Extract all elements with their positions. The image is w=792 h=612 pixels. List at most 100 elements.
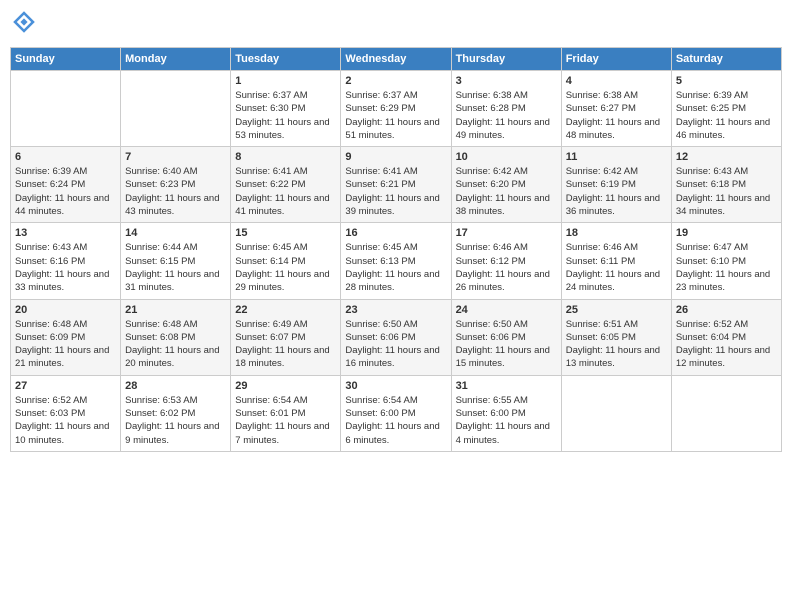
day-info: Sunrise: 6:38 AM Sunset: 6:27 PM Dayligh… — [566, 89, 667, 142]
day-info: Sunrise: 6:42 AM Sunset: 6:19 PM Dayligh… — [566, 165, 667, 218]
logo — [10, 10, 36, 39]
page: SundayMondayTuesdayWednesdayThursdayFrid… — [0, 0, 792, 612]
calendar-cell: 24Sunrise: 6:50 AM Sunset: 6:06 PM Dayli… — [451, 299, 561, 375]
calendar-cell: 22 Sunrise: 6:49 AM Sunset: 6:07 PM Dayli… — [231, 299, 341, 375]
day-info: Sunrise: 6:48 AM Sunset: 6:09 PM Dayligh… — [15, 318, 116, 371]
calendar-cell: 8 Sunrise: 6:41 AM Sunset: 6:22 PM Daylig… — [231, 147, 341, 223]
day-info: Sunrise: 6:48 AM Sunset: 6:08 PM Dayligh… — [125, 318, 226, 371]
day-number: 22 — [235, 304, 336, 316]
calendar-cell: 1 Sunrise: 6:37 AM Sunset: 6:30 PM Daylig… — [231, 71, 341, 147]
day-number: 12 — [676, 151, 777, 163]
calendar-cell: 10Sunrise: 6:42 AM Sunset: 6:20 PM Dayli… — [451, 147, 561, 223]
calendar-cell: 20 Sunrise: 6:48 AM Sunset: 6:09 PM Dayli… — [11, 299, 121, 375]
calendar-cell: 14Sunrise: 6:44 AM Sunset: 6:15 PM Dayli… — [121, 223, 231, 299]
day-info: Sunrise: 6:42 AM Sunset: 6:20 PM Dayligh… — [456, 165, 557, 218]
weekday-header-tuesday: Tuesday — [231, 48, 341, 71]
day-info: Sunrise: 6:40 AM Sunset: 6:23 PM Dayligh… — [125, 165, 226, 218]
day-number: 2 — [345, 75, 446, 87]
calendar-week-3: 20 Sunrise: 6:48 AM Sunset: 6:09 PM Dayli… — [11, 299, 782, 375]
calendar-cell: 23 Sunrise: 6:50 AM Sunset: 6:06 PM Dayli… — [341, 299, 451, 375]
day-info: Sunrise: 6:43 AM Sunset: 6:16 PM Dayligh… — [15, 241, 116, 294]
calendar-week-1: 6 Sunrise: 6:39 AM Sunset: 6:24 PM Daylig… — [11, 147, 782, 223]
calendar-cell: 16Sunrise: 6:45 AM Sunset: 6:13 PM Dayli… — [341, 223, 451, 299]
calendar-cell: 18 Sunrise: 6:46 AM Sunset: 6:11 PM Dayli… — [561, 223, 671, 299]
calendar-cell: 31Sunrise: 6:55 AM Sunset: 6:00 PM Dayli… — [451, 375, 561, 451]
day-number: 11 — [566, 151, 667, 163]
calendar-body: 1 Sunrise: 6:37 AM Sunset: 6:30 PM Daylig… — [11, 71, 782, 452]
day-number: 28 — [125, 380, 226, 392]
day-number: 26 — [676, 304, 777, 316]
calendar-cell: 2Sunrise: 6:37 AM Sunset: 6:29 PM Daylig… — [341, 71, 451, 147]
calendar-cell: 7 Sunrise: 6:40 AM Sunset: 6:23 PM Daylig… — [121, 147, 231, 223]
day-info: Sunrise: 6:51 AM Sunset: 6:05 PM Dayligh… — [566, 318, 667, 371]
day-info: Sunrise: 6:49 AM Sunset: 6:07 PM Dayligh… — [235, 318, 336, 371]
day-number: 20 — [15, 304, 116, 316]
weekday-header-monday: Monday — [121, 48, 231, 71]
day-info: Sunrise: 6:46 AM Sunset: 6:12 PM Dayligh… — [456, 241, 557, 294]
day-number: 8 — [235, 151, 336, 163]
day-info: Sunrise: 6:39 AM Sunset: 6:24 PM Dayligh… — [15, 165, 116, 218]
calendar-week-2: 13 Sunrise: 6:43 AM Sunset: 6:16 PM Dayli… — [11, 223, 782, 299]
day-number: 7 — [125, 151, 226, 163]
calendar-cell — [671, 375, 781, 451]
calendar-header-row: SundayMondayTuesdayWednesdayThursdayFrid… — [11, 48, 782, 71]
calendar-cell — [561, 375, 671, 451]
day-number: 13 — [15, 227, 116, 239]
day-number: 30 — [345, 380, 446, 392]
day-info: Sunrise: 6:38 AM Sunset: 6:28 PM Dayligh… — [456, 89, 557, 142]
calendar-cell: 25 Sunrise: 6:51 AM Sunset: 6:05 PM Dayli… — [561, 299, 671, 375]
calendar-cell: 3Sunrise: 6:38 AM Sunset: 6:28 PM Daylig… — [451, 71, 561, 147]
weekday-header-sunday: Sunday — [11, 48, 121, 71]
weekday-header-thursday: Thursday — [451, 48, 561, 71]
weekday-header-wednesday: Wednesday — [341, 48, 451, 71]
calendar-cell: 27Sunrise: 6:52 AM Sunset: 6:03 PM Dayli… — [11, 375, 121, 451]
weekday-header-saturday: Saturday — [671, 48, 781, 71]
calendar-cell: 6 Sunrise: 6:39 AM Sunset: 6:24 PM Daylig… — [11, 147, 121, 223]
day-info: Sunrise: 6:37 AM Sunset: 6:30 PM Dayligh… — [235, 89, 336, 142]
calendar-cell: 17Sunrise: 6:46 AM Sunset: 6:12 PM Dayli… — [451, 223, 561, 299]
day-info: Sunrise: 6:43 AM Sunset: 6:18 PM Dayligh… — [676, 165, 777, 218]
calendar-cell — [11, 71, 121, 147]
logo-icon — [12, 10, 36, 34]
calendar-week-4: 27Sunrise: 6:52 AM Sunset: 6:03 PM Dayli… — [11, 375, 782, 451]
calendar-cell: 4 Sunrise: 6:38 AM Sunset: 6:27 PM Daylig… — [561, 71, 671, 147]
weekday-header-friday: Friday — [561, 48, 671, 71]
day-info: Sunrise: 6:50 AM Sunset: 6:06 PM Dayligh… — [345, 318, 446, 371]
calendar-cell: 5Sunrise: 6:39 AM Sunset: 6:25 PM Daylig… — [671, 71, 781, 147]
day-info: Sunrise: 6:55 AM Sunset: 6:00 PM Dayligh… — [456, 394, 557, 447]
day-number: 1 — [235, 75, 336, 87]
day-number: 15 — [235, 227, 336, 239]
day-info: Sunrise: 6:39 AM Sunset: 6:25 PM Dayligh… — [676, 89, 777, 142]
day-info: Sunrise: 6:53 AM Sunset: 6:02 PM Dayligh… — [125, 394, 226, 447]
calendar-cell: 15 Sunrise: 6:45 AM Sunset: 6:14 PM Dayli… — [231, 223, 341, 299]
calendar-cell: 29 Sunrise: 6:54 AM Sunset: 6:01 PM Dayli… — [231, 375, 341, 451]
calendar-cell: 26 Sunrise: 6:52 AM Sunset: 6:04 PM Dayli… — [671, 299, 781, 375]
calendar-cell: 11 Sunrise: 6:42 AM Sunset: 6:19 PM Dayli… — [561, 147, 671, 223]
day-info: Sunrise: 6:45 AM Sunset: 6:14 PM Dayligh… — [235, 241, 336, 294]
day-number: 23 — [345, 304, 446, 316]
calendar-cell: 21Sunrise: 6:48 AM Sunset: 6:08 PM Dayli… — [121, 299, 231, 375]
day-info: Sunrise: 6:46 AM Sunset: 6:11 PM Dayligh… — [566, 241, 667, 294]
day-info: Sunrise: 6:41 AM Sunset: 6:21 PM Dayligh… — [345, 165, 446, 218]
day-info: Sunrise: 6:52 AM Sunset: 6:03 PM Dayligh… — [15, 394, 116, 447]
calendar-cell: 19 Sunrise: 6:47 AM Sunset: 6:10 PM Dayli… — [671, 223, 781, 299]
day-info: Sunrise: 6:44 AM Sunset: 6:15 PM Dayligh… — [125, 241, 226, 294]
day-info: Sunrise: 6:54 AM Sunset: 6:00 PM Dayligh… — [345, 394, 446, 447]
calendar-cell: 13 Sunrise: 6:43 AM Sunset: 6:16 PM Dayli… — [11, 223, 121, 299]
day-info: Sunrise: 6:50 AM Sunset: 6:06 PM Dayligh… — [456, 318, 557, 371]
day-number: 25 — [566, 304, 667, 316]
day-info: Sunrise: 6:45 AM Sunset: 6:13 PM Dayligh… — [345, 241, 446, 294]
day-info: Sunrise: 6:47 AM Sunset: 6:10 PM Dayligh… — [676, 241, 777, 294]
day-info: Sunrise: 6:54 AM Sunset: 6:01 PM Dayligh… — [235, 394, 336, 447]
day-number: 4 — [566, 75, 667, 87]
day-number: 6 — [15, 151, 116, 163]
day-info: Sunrise: 6:41 AM Sunset: 6:22 PM Dayligh… — [235, 165, 336, 218]
calendar-cell — [121, 71, 231, 147]
day-number: 18 — [566, 227, 667, 239]
calendar-cell: 12 Sunrise: 6:43 AM Sunset: 6:18 PM Dayli… — [671, 147, 781, 223]
day-number: 19 — [676, 227, 777, 239]
day-number: 9 — [345, 151, 446, 163]
calendar-table: SundayMondayTuesdayWednesdayThursdayFrid… — [10, 47, 782, 452]
day-info: Sunrise: 6:52 AM Sunset: 6:04 PM Dayligh… — [676, 318, 777, 371]
day-number: 29 — [235, 380, 336, 392]
